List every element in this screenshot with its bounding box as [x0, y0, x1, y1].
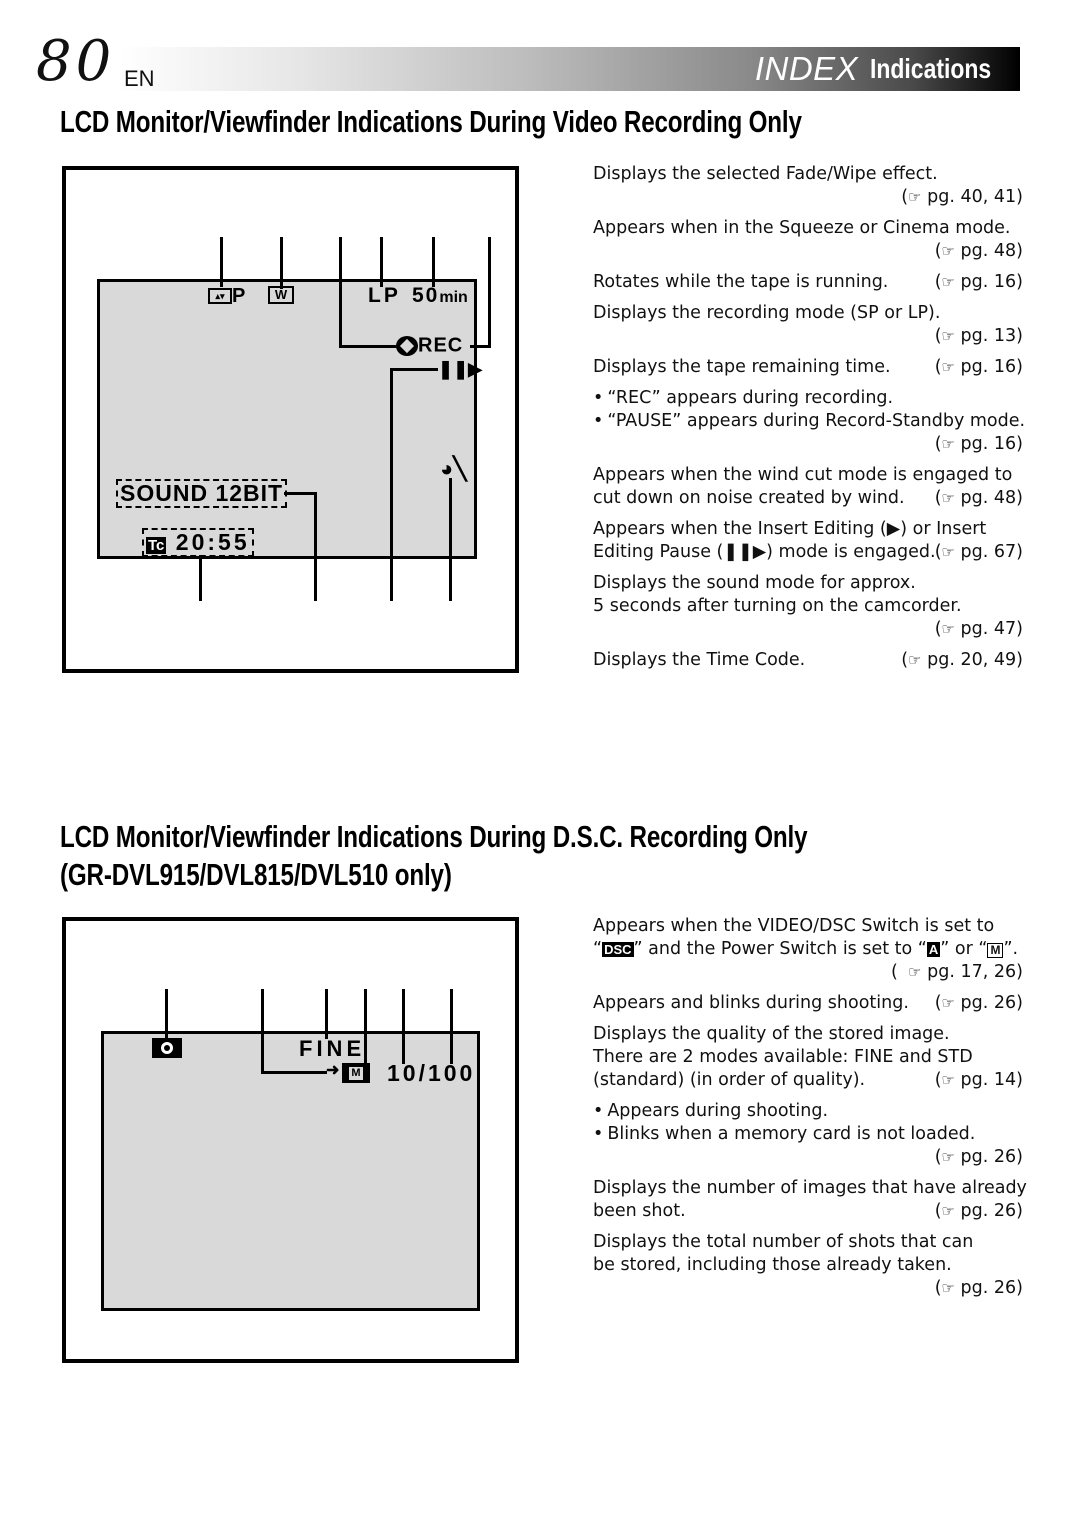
fade-wipe-icon: ▴▾ — [208, 288, 232, 304]
page-reference: (☞ pg. 26) — [934, 1147, 1023, 1167]
desc-total-shots: Displays the total number of shots that … — [593, 1232, 1023, 1298]
wind-cut-icon: ◕╲ — [440, 456, 467, 481]
desc-picture-quality: Displays the quality of the stored image… — [593, 1024, 1023, 1090]
dsc-section-title: LCD Monitor/Viewfinder Indications Durin… — [60, 819, 808, 854]
page-language: EN — [124, 66, 155, 91]
desc-shots-taken: Displays the number of images that have … — [593, 1178, 1027, 1221]
shot-counter: 10/100 — [387, 1060, 476, 1086]
reference-hand-icon: ☞ — [941, 543, 955, 561]
leader-line — [325, 989, 328, 1039]
video-description-item: Displays the selected Fade/Wipe effect.(… — [593, 164, 1023, 207]
leader-line — [165, 989, 168, 1039]
reference-hand-icon: ☞ — [941, 242, 955, 260]
page-reference: (☞ pg. 48) — [934, 488, 1023, 508]
reference-hand-icon: ☞ — [941, 1202, 955, 1220]
manual-icon: M — [987, 943, 1004, 958]
page-number: 80 — [36, 29, 116, 94]
video-description-item: Displays the Time Code. (☞ pg. 20, 49) — [593, 650, 1023, 670]
leader-line — [280, 237, 283, 289]
timecode-icon: Tc — [146, 537, 167, 554]
leader-line — [314, 492, 317, 601]
reference-hand-icon: ☞ — [908, 188, 922, 206]
tape-running-icon — [396, 335, 418, 356]
video-description-item: Appears when the wind cut mode is engage… — [593, 465, 1023, 508]
section-header: INDEX Indications — [755, 48, 1018, 90]
reference-hand-icon: ☞ — [941, 273, 955, 291]
timecode-indicator: Tc 20:55 — [142, 528, 254, 557]
reference-hand-icon: ☞ — [941, 1071, 955, 1089]
fade-wipe-indicator: ▴▾ P — [208, 286, 245, 306]
desc-shooting-arrow: Appears and blinks during shooting. (☞ pg… — [593, 993, 1023, 1013]
video-descriptions: Displays the selected Fade/Wipe effect.(… — [593, 163, 1025, 680]
sound-mode-indicator: SOUND 12BIT — [115, 479, 288, 508]
reference-hand-icon: ☞ — [941, 1148, 955, 1166]
reference-hand-icon: ☞ — [941, 358, 955, 376]
video-section-title: LCD Monitor/Viewfinder Indications Durin… — [60, 104, 802, 139]
video-description-item: Appears when in the Squeeze or Cinema mo… — [593, 218, 1023, 261]
insert-edit-pause-icon: ❚❚▶ — [438, 359, 483, 379]
dsc-icon: DSC — [602, 942, 634, 957]
leader-line — [380, 237, 383, 287]
page-reference: (☞ pg. 16) — [934, 272, 1023, 292]
page-reference: (☞ pg. 47) — [934, 619, 1023, 639]
video-description-item: Displays the tape remaining time. (☞ pg. … — [593, 357, 1023, 377]
leader-line — [339, 345, 399, 348]
page-reference: (☞ pg. 16) — [934, 357, 1023, 377]
picture-quality-indicator: FINE — [299, 1036, 366, 1061]
leader-line — [432, 237, 435, 287]
reference-hand-icon: ☞ — [941, 1279, 955, 1297]
page-reference: (☞ pg. 26) — [934, 1201, 1023, 1221]
reference-hand-icon: ☞ — [941, 435, 955, 453]
tape-remaining-indicator: 50min — [412, 284, 468, 307]
page-reference: (☞ pg. 16) — [934, 434, 1023, 454]
page-reference: (☞ pg. 20, 49) — [901, 650, 1023, 670]
reference-hand-icon: ☞ — [908, 963, 922, 981]
video-description-item: Displays the recording mode (SP or LP).(… — [593, 303, 1023, 346]
leader-line — [364, 989, 367, 1064]
video-description-item: Appears when the Insert Editing (▶) or I… — [593, 519, 1023, 562]
video-description-item: Rotates while the tape is running. (☞ pg.… — [593, 272, 1023, 292]
page-reference: (☞ pg. 26) — [934, 1278, 1023, 1298]
leader-line — [450, 989, 453, 1064]
leader-line — [449, 478, 452, 601]
video-lcd-screen — [97, 279, 477, 559]
reference-hand-icon: ☞ — [941, 327, 955, 345]
tape-running-rec-indicator: REC — [396, 335, 463, 356]
leader-line — [261, 1071, 327, 1074]
shooting-arrow-icon: ➜ — [326, 1062, 340, 1079]
reference-hand-icon: ☞ — [941, 489, 955, 507]
page-reference: (☞ pg. 26) — [934, 993, 1023, 1013]
leader-line — [339, 237, 342, 347]
reference-hand-icon: ☞ — [908, 651, 922, 669]
leader-line — [199, 555, 202, 601]
video-description-item: Displays the sound mode for approx. 5 sec… — [593, 573, 1023, 639]
leader-line — [284, 492, 317, 495]
page-reference: (☞ pg. 14) — [934, 1070, 1023, 1090]
leader-line — [261, 989, 264, 1074]
reference-hand-icon: ☞ — [941, 620, 955, 638]
desc-memory-card: Appears during shooting. Blinks when a m… — [593, 1100, 1023, 1169]
auto-icon: A — [926, 942, 941, 957]
page-reference: (☞ pg. 13) — [934, 326, 1023, 346]
leader-line — [402, 989, 405, 1064]
page-reference: ☞ pg. 17, 26) — [908, 962, 1023, 982]
leader-line — [488, 237, 491, 347]
page-reference: (☞ pg. 40, 41) — [901, 187, 1023, 207]
leader-line — [220, 237, 223, 287]
section-header-label: Indications — [870, 53, 992, 84]
reference-hand-icon: ☞ — [941, 994, 955, 1012]
desc-camera-mode: Appears when the VIDEO/DSC Switch is set… — [593, 916, 1023, 982]
leader-line — [390, 368, 438, 371]
dsc-section-subtitle: (GR-DVL915/DVL815/DVL510 only) — [60, 857, 452, 892]
recording-mode-indicator: LP — [368, 284, 401, 307]
page-reference: (☞ pg. 48) — [934, 241, 1023, 261]
leader-line — [470, 345, 491, 348]
page-reference: (☞ pg. 67) — [934, 542, 1023, 562]
section-header-index: INDEX — [754, 50, 859, 87]
memory-card-icon: M — [342, 1063, 370, 1087]
camera-mode-icon — [152, 1038, 182, 1062]
dsc-descriptions: Appears when the VIDEO/DSC Switch is set… — [593, 915, 1027, 1300]
leader-line — [390, 368, 393, 601]
video-description-item: “REC” appears during recording.“PAUSE” a… — [593, 387, 1025, 456]
